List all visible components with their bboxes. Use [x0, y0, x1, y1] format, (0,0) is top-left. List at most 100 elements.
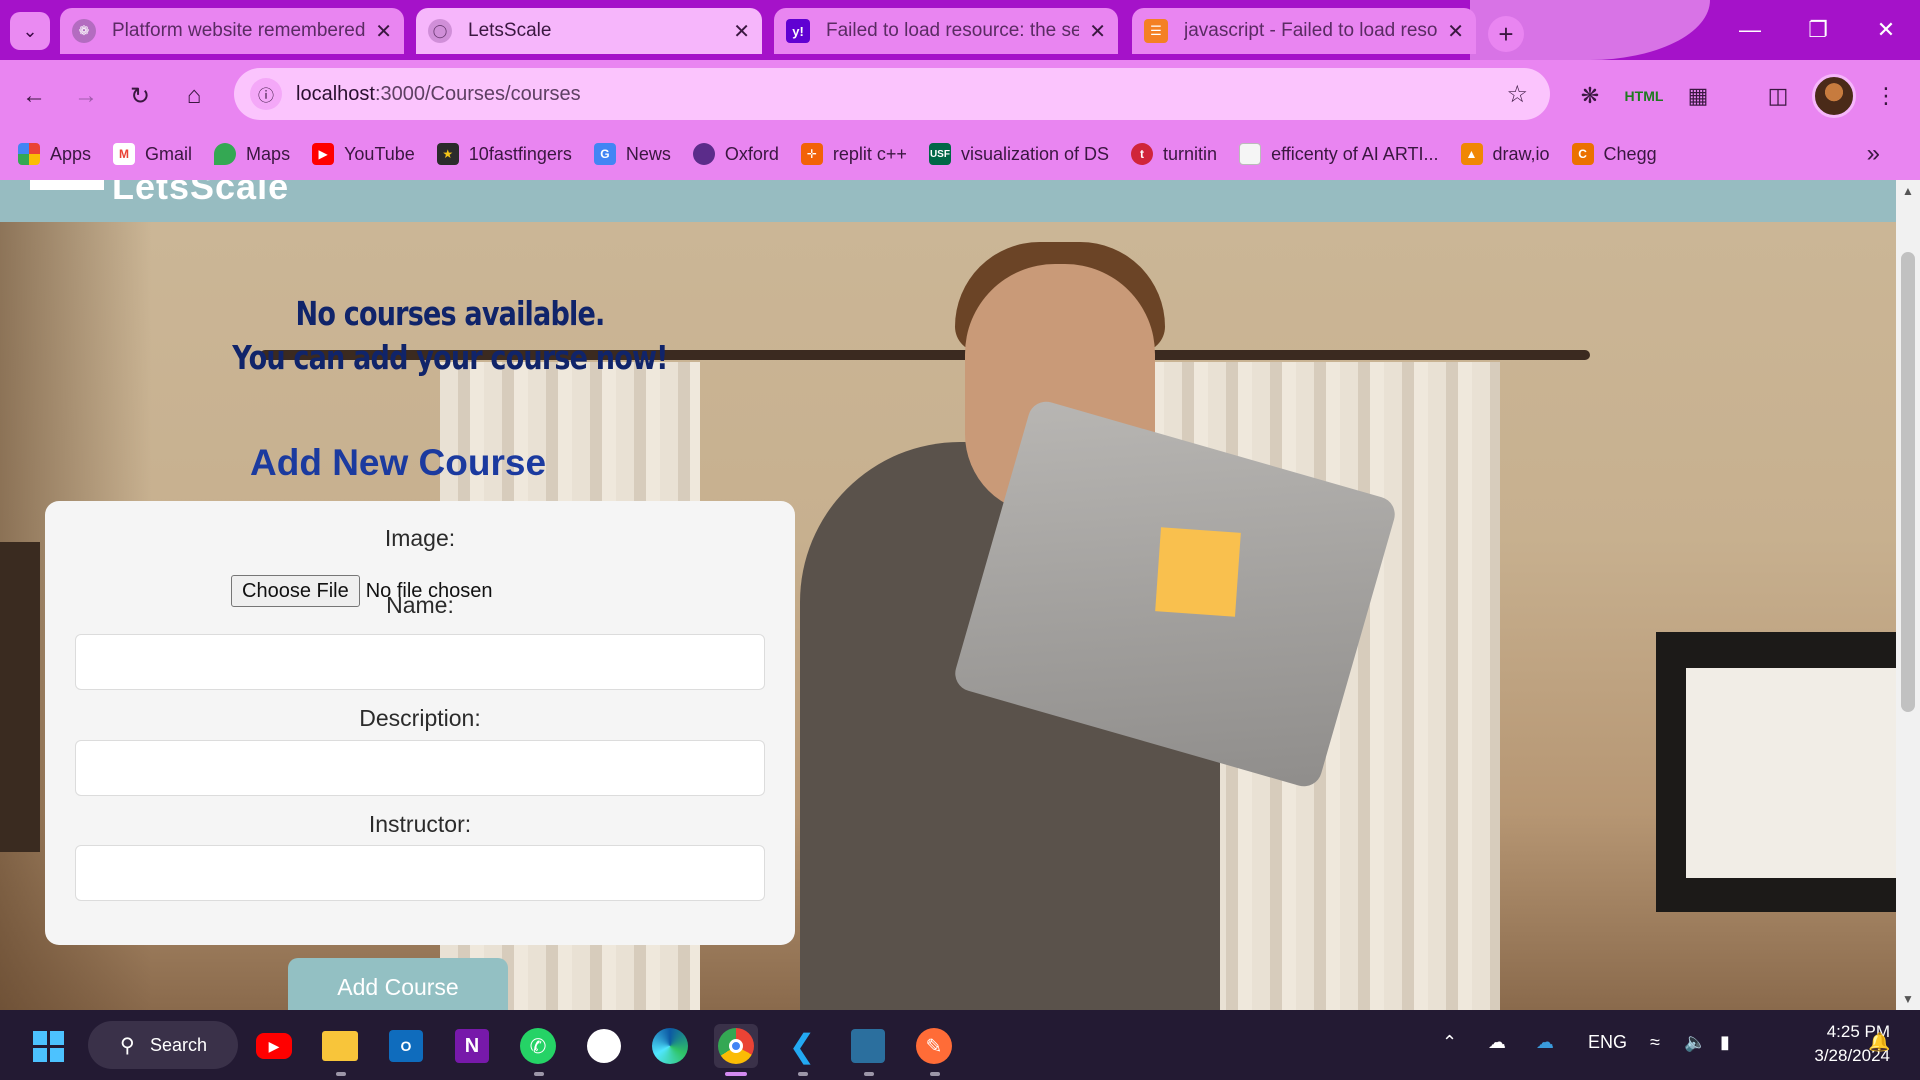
bookmark-efficiency-ai[interactable]: efficenty of AI ARTI...: [1239, 143, 1439, 165]
outlook-new-icon[interactable]: O: [384, 1024, 428, 1068]
language-indicator[interactable]: ENG: [1588, 1032, 1627, 1053]
vscode-icon[interactable]: ❮: [780, 1024, 824, 1068]
scrollbar-thumb[interactable]: [1901, 252, 1915, 712]
battery-icon[interactable]: ▮: [1720, 1032, 1730, 1053]
volume-icon[interactable]: 🔈: [1684, 1032, 1706, 1053]
wifi-icon[interactable]: ≈: [1650, 1032, 1660, 1053]
bookmark-gmail[interactable]: M Gmail: [113, 143, 192, 165]
chevron-double-right-icon[interactable]: »: [1867, 140, 1880, 168]
chevron-up-icon[interactable]: ⌃: [1442, 1032, 1457, 1053]
running-indicator: [930, 1072, 940, 1076]
bookmark-label: Maps: [246, 143, 291, 164]
bookmark-turnitin[interactable]: t turnitin: [1131, 143, 1217, 165]
restore-icon: ❐: [1808, 17, 1828, 42]
bug-extension-icon[interactable]: ❋: [1570, 76, 1610, 116]
close-icon[interactable]: ✕: [733, 19, 750, 44]
bookmark-youtube[interactable]: ▶ YouTube: [312, 143, 415, 165]
back-button[interactable]: ←: [14, 76, 54, 116]
add-course-button[interactable]: Add Course: [288, 958, 508, 1010]
bookmark-drawio[interactable]: ▲ draw,io: [1460, 143, 1550, 165]
chrome-browser-icon[interactable]: [714, 1024, 758, 1068]
diagram-app-icon[interactable]: [846, 1024, 890, 1068]
oxford-icon: [692, 143, 715, 165]
github-icon[interactable]: [582, 1024, 626, 1068]
new-tab-button[interactable]: +: [1488, 16, 1524, 52]
bookmark-news[interactable]: G News: [593, 143, 671, 165]
arrow-left-icon: ←: [22, 82, 46, 109]
running-indicator: [798, 1072, 808, 1076]
close-icon[interactable]: ✕: [1089, 19, 1106, 44]
html-extension-icon[interactable]: HTML: [1624, 76, 1664, 116]
bookmark-label: Oxford: [724, 143, 779, 164]
site-logo[interactable]: LetsScale: [112, 180, 289, 208]
side-panel-icon[interactable]: ◫: [1758, 76, 1798, 116]
active-indicator: [725, 1072, 747, 1076]
scroll-up-arrow-icon[interactable]: ▲: [1896, 184, 1920, 198]
onedrive-icon[interactable]: ☁: [1536, 1032, 1554, 1053]
usf-icon: USF: [928, 143, 951, 165]
instructor-field[interactable]: [75, 845, 765, 901]
restore-button[interactable]: ❐: [1784, 0, 1852, 60]
minimize-button[interactable]: —: [1716, 0, 1784, 60]
bookmark-chegg[interactable]: C Chegg: [1571, 143, 1657, 165]
taskbar-search-box[interactable]: ⚲ Search: [88, 1021, 238, 1069]
bookmark-star-icon[interactable]: ☆: [1506, 80, 1528, 109]
bookmark-label: Gmail: [145, 143, 193, 164]
tab-title: Failed to load resource: the serv: [826, 20, 1080, 41]
close-icon[interactable]: ✕: [1447, 19, 1464, 44]
name-field[interactable]: [75, 634, 765, 690]
yahoo-icon: y!: [786, 19, 810, 43]
bookmark-usf[interactable]: USF visualization of DS: [928, 143, 1110, 165]
search-icon: ⚲: [120, 1035, 135, 1057]
more-menu-icon[interactable]: ⋮: [1866, 76, 1906, 116]
tab-platform-website[interactable]: ❁ Platform website remembered ✕: [60, 8, 404, 54]
address-bar[interactable]: ⓘ localhost:3000/Courses/courses ☆: [234, 68, 1550, 120]
edge-browser-icon[interactable]: [648, 1024, 692, 1068]
minimize-icon: —: [1739, 17, 1761, 42]
bookmark-oxford[interactable]: Oxford: [692, 143, 779, 165]
bookmark-label: visualization of DS: [960, 143, 1110, 164]
site-info-icon[interactable]: ⓘ: [250, 78, 282, 110]
extensions-puzzle-icon[interactable]: ▦: [1678, 76, 1718, 116]
close-icon[interactable]: ✕: [375, 19, 392, 44]
windows-start-icon[interactable]: [26, 1024, 70, 1068]
whatsapp-icon[interactable]: ✆: [516, 1024, 560, 1068]
forward-button[interactable]: →: [66, 76, 106, 116]
tab-search-button[interactable]: ⌄: [10, 12, 50, 50]
bookmark-apps[interactable]: Apps: [18, 143, 91, 165]
document-icon: [1239, 143, 1262, 165]
chevron-down-icon: ⌄: [22, 20, 38, 41]
chatgpt-icon: ❁: [72, 19, 96, 43]
wall-picture-frame: [1656, 632, 1896, 912]
youtube-app-icon[interactable]: ▶: [252, 1024, 296, 1068]
url-text[interactable]: localhost:3000/Courses/courses: [296, 83, 581, 106]
tab-failed-to-load[interactable]: y! Failed to load resource: the serv ✕: [774, 8, 1118, 54]
bookmark-maps[interactable]: Maps: [214, 143, 290, 165]
gmail-icon: M: [113, 143, 136, 165]
bookmark-label: efficenty of AI ARTI...: [1271, 143, 1439, 164]
notification-bell-icon[interactable]: 🔔: [1868, 1032, 1890, 1053]
tab-javascript-failed[interactable]: ☰ javascript - Failed to load resou ✕: [1132, 8, 1476, 54]
home-button[interactable]: ⌂: [174, 76, 214, 116]
bookmark-label: Apps: [50, 143, 92, 164]
bookmark-label: 10fastfingers: [468, 143, 572, 164]
file-explorer-icon[interactable]: [318, 1024, 362, 1068]
close-window-button[interactable]: ✕: [1852, 0, 1920, 60]
bookmark-10fastfingers[interactable]: ★ 10fastfingers: [436, 143, 572, 165]
bookmark-label: News: [625, 143, 671, 164]
description-field[interactable]: [75, 740, 765, 796]
page-scrollbar[interactable]: ▲ ▼: [1896, 180, 1920, 1010]
running-indicator: [864, 1072, 874, 1076]
reload-icon: ↻: [129, 82, 151, 110]
bookmark-replit[interactable]: ✛ replit c++: [800, 143, 907, 165]
news-icon: G: [593, 143, 616, 165]
scroll-down-arrow-icon[interactable]: ▼: [1896, 992, 1920, 1006]
reload-button[interactable]: ↻: [120, 76, 160, 116]
onenote-icon[interactable]: N: [450, 1024, 494, 1068]
browser-titlebar: ⌄ ❁ Platform website remembered ✕ ◯ Lets…: [0, 0, 1920, 60]
profile-avatar[interactable]: [1812, 74, 1856, 118]
cloud-icon[interactable]: ☁: [1488, 1032, 1506, 1053]
tab-letsscale[interactable]: ◯ LetsScale ✕: [416, 8, 762, 54]
sticky-note: [1155, 527, 1241, 617]
postman-icon[interactable]: ✎: [912, 1024, 956, 1068]
